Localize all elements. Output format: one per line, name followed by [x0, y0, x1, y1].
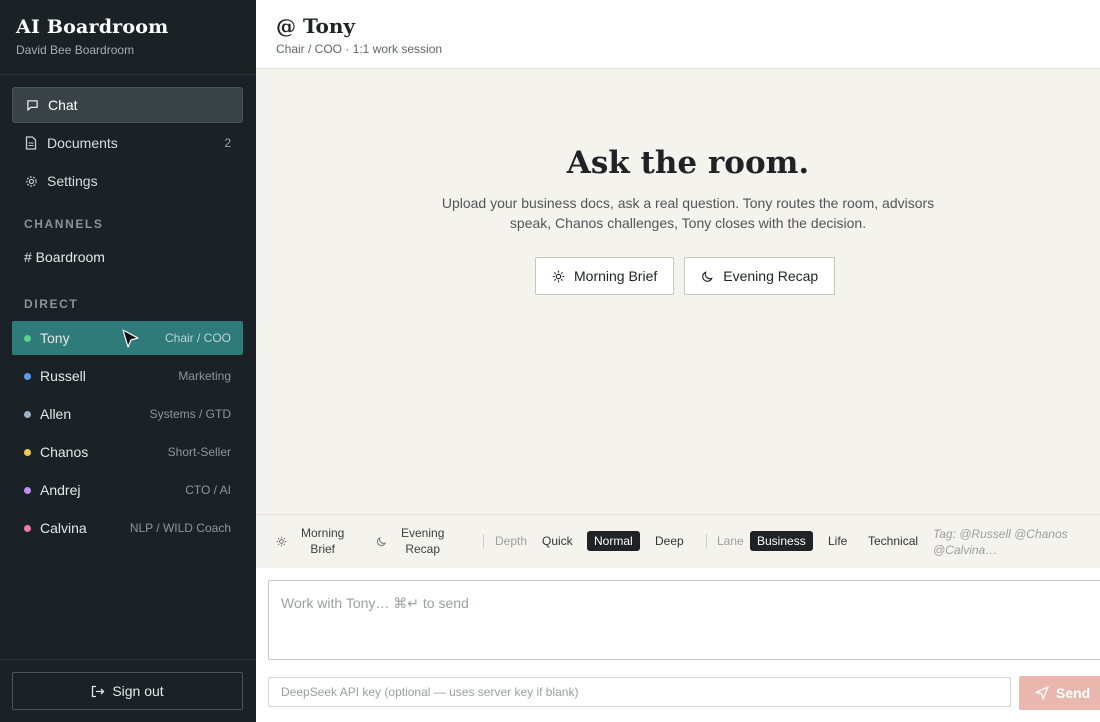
toolbar-morning-label: Morning Brief — [301, 525, 344, 557]
dm-role: CTO / AI — [185, 483, 231, 497]
dm-andrej[interactable]: Andrej CTO / AI — [12, 473, 243, 507]
dm-name: Chanos — [40, 444, 89, 460]
send-icon — [1035, 686, 1049, 700]
hero-actions: Morning Brief Evening Recap — [535, 257, 836, 295]
toolbar-evening-label: Evening Recap — [401, 525, 444, 557]
lane-label: Lane — [717, 534, 744, 548]
dm-name: Allen — [40, 406, 72, 422]
status-dot — [24, 334, 31, 342]
depth-deep[interactable]: Deep — [648, 531, 691, 551]
toolbar-evening-recap[interactable]: Evening Recap — [376, 525, 444, 557]
toolbar-morning-brief[interactable]: Morning Brief — [276, 525, 344, 557]
hero-description: Upload your business docs, ask a real qu… — [441, 195, 935, 231]
toolbar-divider — [483, 534, 484, 548]
page-header: @ Tony Chair / COO · 1:1 work session — [256, 0, 1100, 69]
nav-item-label: Documents — [47, 135, 118, 151]
documents-count: 2 — [224, 136, 231, 150]
nav-item-documents[interactable]: Documents 2 — [12, 125, 243, 161]
chat-bubble-icon — [25, 98, 39, 112]
page-subtitle: Chair / COO · 1:1 work session — [276, 42, 443, 56]
mouse-cursor-icon — [122, 329, 139, 348]
dm-role: Short-Seller — [167, 445, 231, 459]
dm-role: Marketing — [178, 369, 231, 383]
empty-state: Ask the room. Upload your business docs,… — [256, 145, 1100, 295]
status-dot — [24, 448, 31, 456]
moon-icon — [376, 536, 387, 547]
nav-item-label: Chat — [48, 97, 78, 113]
dm-role: NLP / WILD Coach — [129, 521, 231, 535]
dm-name: Andrej — [40, 482, 81, 498]
tag-hint: Tag: @Russell @Chanos @Calvina… — [933, 527, 1068, 557]
sidebar: AI Boardroom David Bee Boardroom Chat Do… — [0, 0, 256, 722]
dm-calvina[interactable]: Calvina NLP / WILD Coach — [12, 511, 243, 545]
send-label: Send — [1056, 685, 1091, 701]
dm-russell[interactable]: Russell Marketing — [12, 359, 243, 393]
dm-chanos[interactable]: Chanos Short-Seller — [12, 435, 243, 469]
dm-role: Systems / GTD — [149, 407, 231, 421]
nav-item-chat[interactable]: Chat — [12, 87, 243, 123]
toolbar-divider — [706, 534, 707, 548]
depth-normal[interactable]: Normal — [587, 531, 640, 551]
toolbar-morning-line2: Brief — [310, 542, 336, 556]
dm-name: Calvina — [40, 520, 87, 536]
status-dot — [24, 486, 31, 494]
status-dot — [24, 524, 31, 532]
app-title: AI Boardroom — [16, 16, 169, 38]
direct-section-label: DIRECT — [24, 297, 79, 311]
toolbar-evening-line1: Evening — [401, 526, 445, 540]
brand: AI Boardroom David Bee Boardroom — [0, 0, 256, 75]
status-dot — [24, 372, 31, 380]
depth-label: Depth — [495, 534, 528, 548]
page-title: @ Tony — [276, 14, 356, 38]
app-subtitle: David Bee Boardroom — [16, 43, 135, 57]
sun-icon — [276, 536, 287, 547]
lane-business[interactable]: Business — [750, 531, 813, 551]
message-input[interactable]: Work with Tony… ⌘↵ to send — [268, 580, 1100, 660]
sign-out-label: Sign out — [112, 683, 164, 699]
depth-quick[interactable]: Quick — [535, 531, 580, 551]
document-icon — [24, 136, 38, 150]
evening-recap-button[interactable]: Evening Recap — [684, 257, 836, 295]
dm-name: Russell — [40, 368, 86, 384]
lane-life[interactable]: Life — [821, 531, 854, 551]
channels-section-label: CHANNELS — [24, 217, 104, 231]
status-dot — [24, 410, 31, 418]
sidebar-divider — [0, 659, 256, 660]
sun-icon — [552, 270, 565, 283]
gear-icon — [24, 174, 38, 188]
dm-role: Chair / COO — [164, 331, 231, 345]
hero-title: Ask the room. — [566, 145, 810, 181]
toolbar-evening-line2: Recap — [405, 542, 441, 556]
evening-recap-label: Evening Recap — [723, 268, 819, 284]
morning-brief-button[interactable]: Morning Brief — [535, 257, 675, 295]
dm-name: Tony — [40, 330, 70, 346]
lane-technical[interactable]: Technical — [861, 531, 925, 551]
channel-boardroom[interactable]: # Boardroom — [24, 249, 105, 265]
morning-brief-label: Morning Brief — [574, 268, 658, 284]
dm-allen[interactable]: Allen Systems / GTD — [12, 397, 243, 431]
send-button[interactable]: Send — [1019, 676, 1100, 710]
moon-icon — [701, 270, 714, 283]
sign-out-icon — [91, 685, 105, 698]
toolbar-morning-line1: Morning — [301, 526, 345, 540]
sign-out-button[interactable]: Sign out — [12, 672, 243, 710]
api-key-input[interactable]: DeepSeek API key (optional — uses server… — [268, 677, 1011, 707]
nav-item-label: Settings — [47, 173, 98, 189]
nav-item-settings[interactable]: Settings — [12, 163, 243, 199]
